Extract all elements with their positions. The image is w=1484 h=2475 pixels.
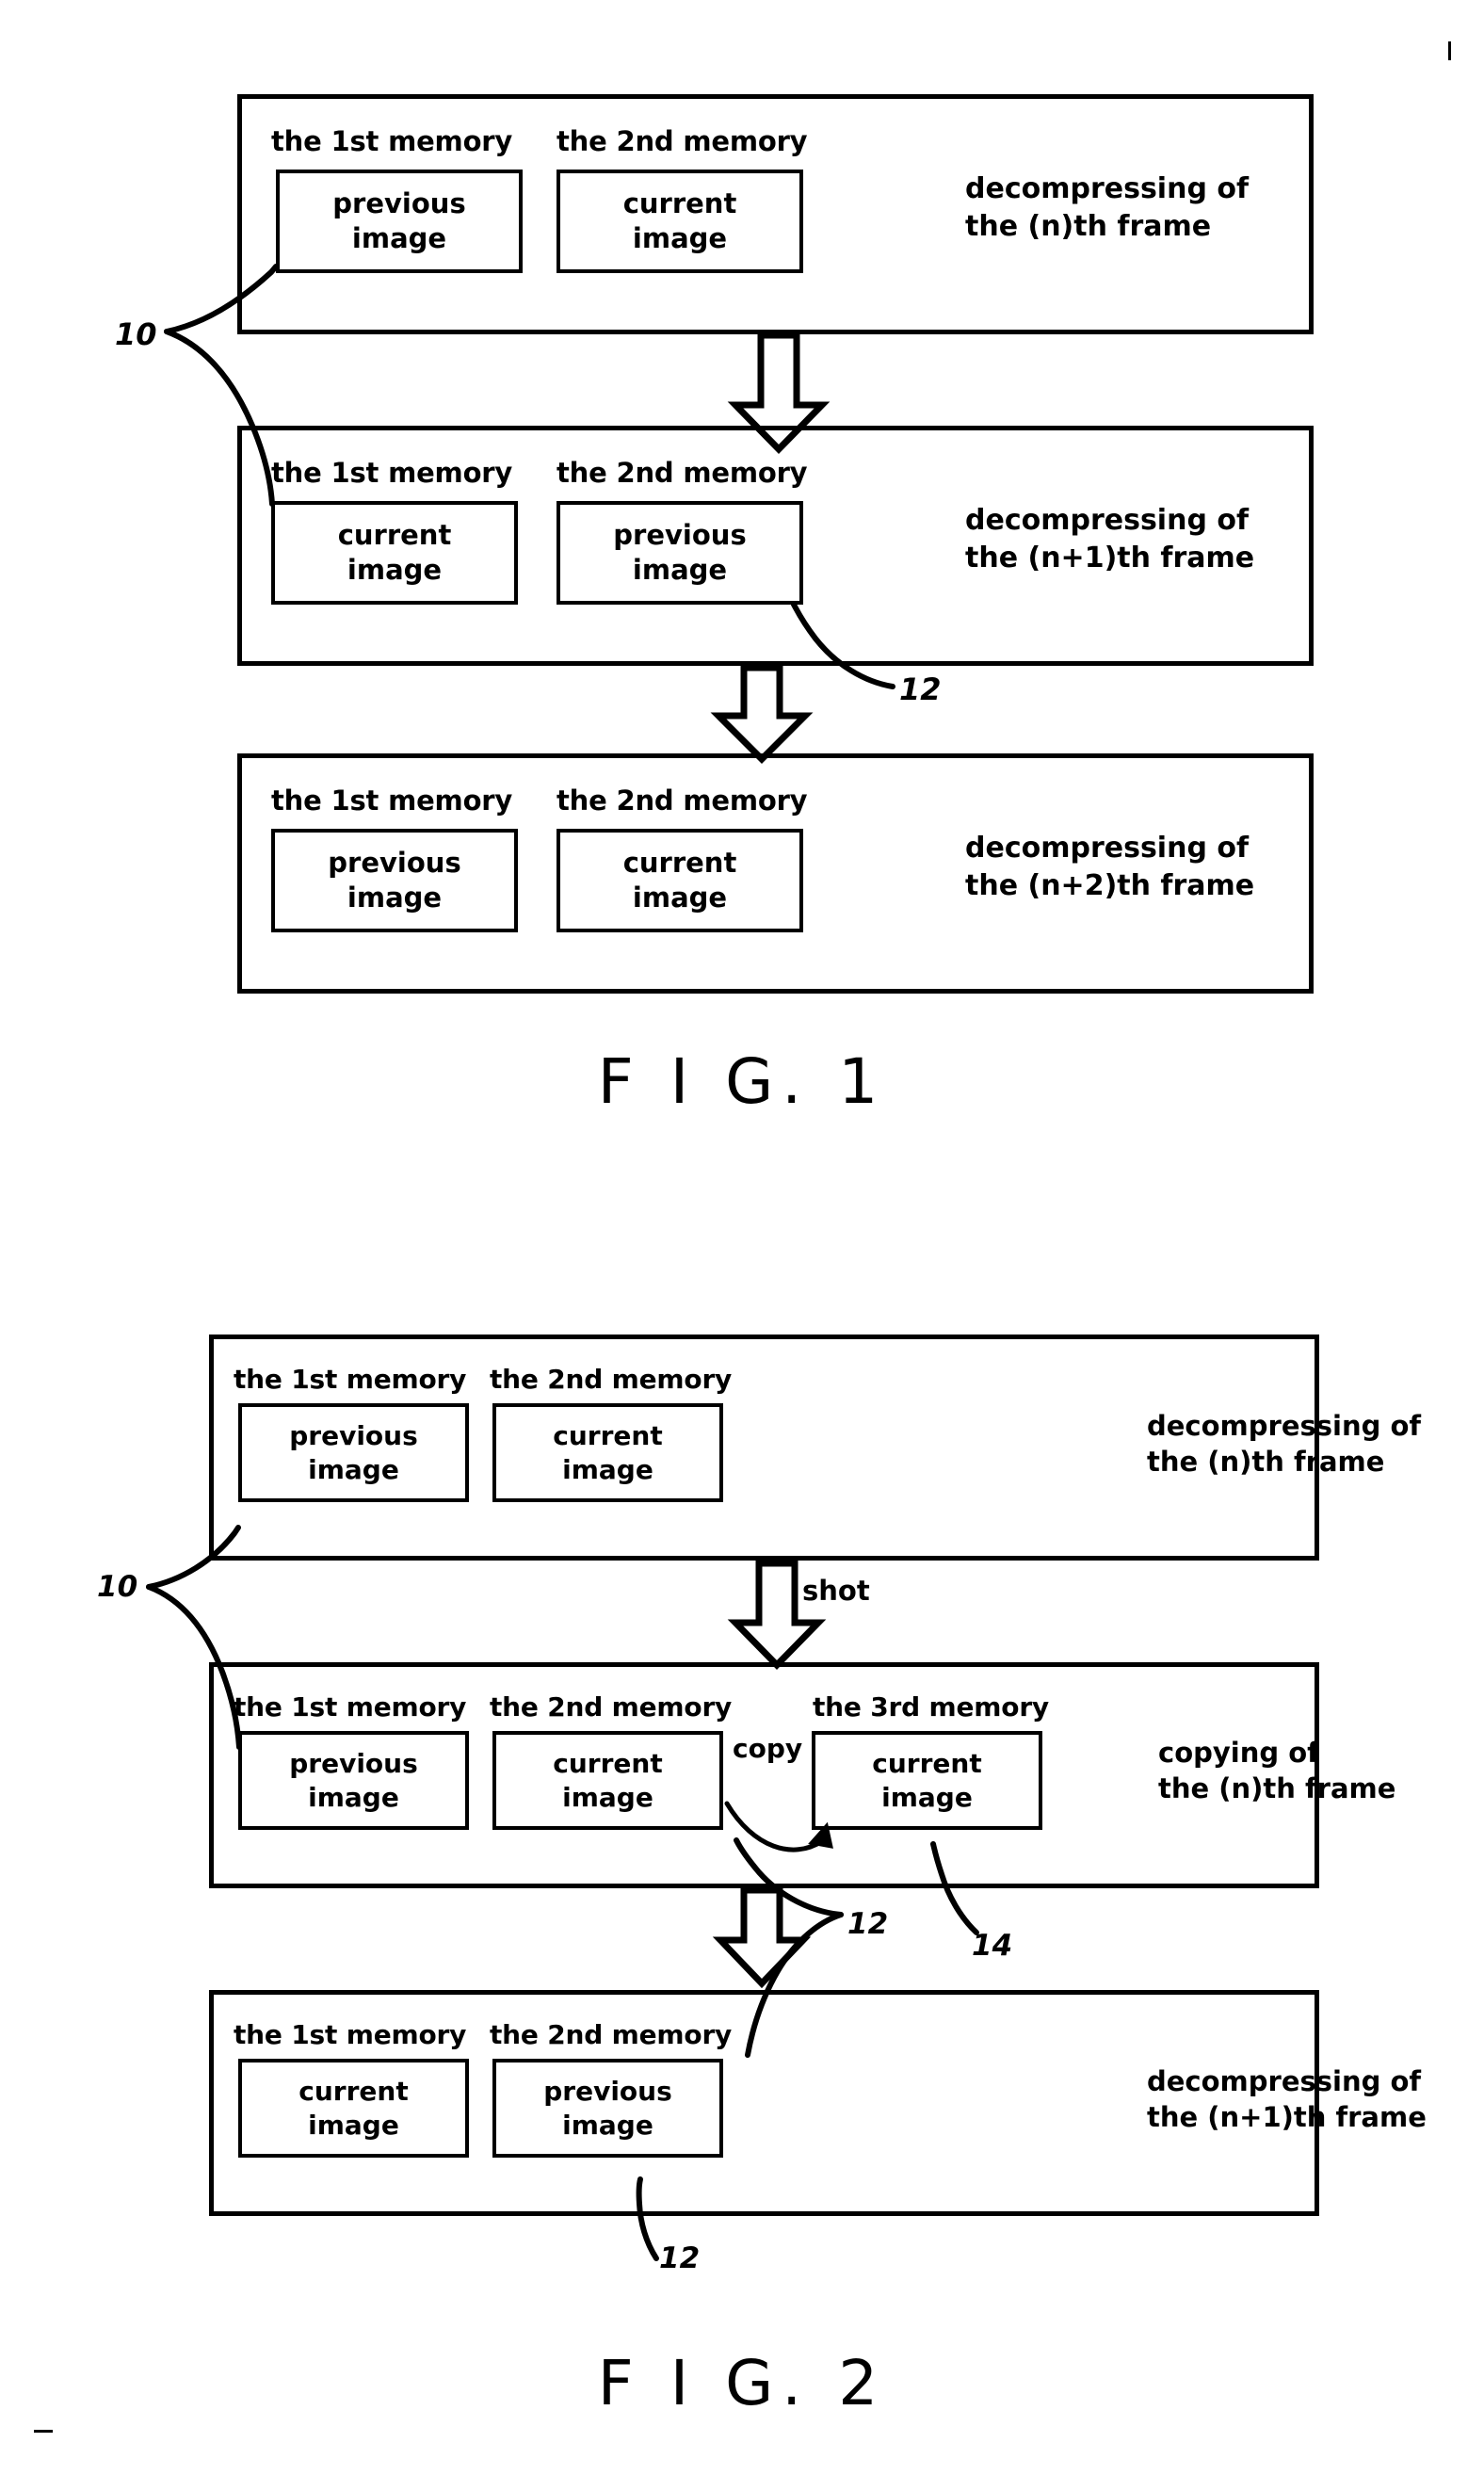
fig2-stage-1-memory-2-line-1: current [553, 1419, 663, 1451]
fig2-stage-2-memory-3-header: the 3rd memory [813, 1691, 1049, 1723]
fig2-stage-3-memory-1-line-2: image [308, 2109, 399, 2141]
fig2-stage-2-memory-3-line-1: current [872, 1747, 982, 1779]
fig2-stage-3-memory-1-box: current image [238, 2059, 469, 2158]
fig1-stage-3-memory-2-line-1: current [622, 846, 737, 879]
fig1-stage-1-memory-1-line-1: previous [332, 186, 466, 219]
fig2-reference-numeral-10: 10 [97, 1570, 138, 1604]
fig2-stage-2-memory-1-line-1: previous [289, 1747, 418, 1779]
fig2-reference-numeral-14: 14 [972, 1929, 1013, 1963]
fig2-copy-label: copy [733, 1733, 803, 1764]
fig1-stage-1-memory-2-line-2: image [632, 222, 728, 254]
fig1-stage-3-memory-2-box: current image [556, 829, 803, 932]
fig1-stage-1-memory-1-header: the 1st memory [271, 125, 513, 157]
fig2-stage-2-memory-3-box: current image [812, 1731, 1042, 1830]
fig2-stage-2-memory-2-line-1: current [553, 1747, 663, 1779]
fig1-stage-3-memory-2-line-2: image [632, 882, 728, 914]
fig2-stage-2-memory-1-line-2: image [308, 1781, 399, 1813]
fig1-stage-1-memory-1-line-2: image [351, 222, 447, 254]
fig2-shot-label: shot [802, 1575, 870, 1607]
fig1-stage-1-memory-2-line-1: current [622, 186, 737, 219]
fig1-stage-3-memory-2-header: the 2nd memory [556, 785, 808, 817]
fig1-stage-3-memory-1-header: the 1st memory [271, 785, 513, 817]
fig2-stage-2-memory-2-header: the 2nd memory [490, 1691, 733, 1723]
fig2-stage-3-memory-1-line-1: current [298, 2075, 409, 2107]
fig2-stage-2-memory-3-line-2: image [881, 1781, 973, 1813]
fig1-stage-2-memory-2-header: the 2nd memory [556, 457, 808, 489]
patent-drawing-sheet: the 1st memory the 2nd memory previous i… [0, 0, 1484, 2475]
fig1-stage-2-memory-2-line-1: previous [613, 518, 747, 551]
fig1-stage-2-memory-1-header: the 1st memory [271, 457, 513, 489]
fig2-stage-1-memory-2-box: current image [492, 1403, 723, 1502]
fig2-stage-3-memory-1-header: the 1st memory [234, 2019, 467, 2050]
fig1-stage-3-memory-1-box: previous image [271, 829, 518, 932]
fig2-stage-3-memory-2-header: the 2nd memory [490, 2019, 733, 2050]
fig2-stage-3-memory-2-box: previous image [492, 2059, 723, 2158]
fig2-stage-1-memory-1-header: the 1st memory [234, 1364, 467, 1395]
fig1-stage-2-memory-2-line-2: image [632, 554, 728, 586]
fig1-reference-numeral-12: 12 [899, 671, 942, 707]
fig2-reference-numeral-12a: 12 [847, 1907, 889, 1941]
fig1-stage-3-memory-1-line-1: previous [328, 846, 461, 879]
fig1-stage-1-memory-2-box: current image [556, 170, 803, 273]
fig1-reference-numeral-10: 10 [115, 316, 157, 352]
fig2-stage-2-memory-2-box: current image [492, 1731, 723, 1830]
fig1-stage-2-memory-1-box: current image [271, 501, 518, 605]
fig2-stage-1-memory-1-box: previous image [238, 1403, 469, 1502]
fig1-stage-2-memory-1-line-1: current [337, 518, 452, 551]
fig2-reference-numeral-12b: 12 [659, 2241, 701, 2275]
fig2-stage-2-memory-2-line-2: image [562, 1781, 653, 1813]
fig2-stage-1-memory-1-line-2: image [308, 1453, 399, 1485]
fig1-stage-2-memory-2-box: previous image [556, 501, 803, 605]
fig2-caption: F I G. 2 [597, 2347, 887, 2419]
fig1-stage-2-memory-1-line-2: image [347, 554, 443, 586]
fig2-stage-2-memory-1-box: previous image [238, 1731, 469, 1830]
fig1-caption: F I G. 1 [597, 1045, 887, 1118]
fig1-stage-1-memory-2-header: the 2nd memory [556, 125, 808, 157]
fig2-stage-1-memory-1-line-1: previous [289, 1419, 418, 1451]
figure-2: the 1st memory the 2nd memory previous i… [0, 1300, 1484, 2475]
figure-1: the 1st memory the 2nd memory previous i… [0, 0, 1484, 1158]
fig2-stage-1-memory-2-header: the 2nd memory [490, 1364, 733, 1395]
fig2-stage-3-memory-2-line-1: previous [543, 2075, 672, 2107]
fig1-stage-1-memory-1-box: previous image [276, 170, 523, 273]
fig2-stage-3-memory-2-line-2: image [562, 2109, 653, 2141]
fig2-stage-1-memory-2-line-2: image [562, 1453, 653, 1485]
fig2-stage-2-memory-1-header: the 1st memory [234, 1691, 467, 1723]
fig1-stage-3-memory-1-line-2: image [347, 882, 443, 914]
